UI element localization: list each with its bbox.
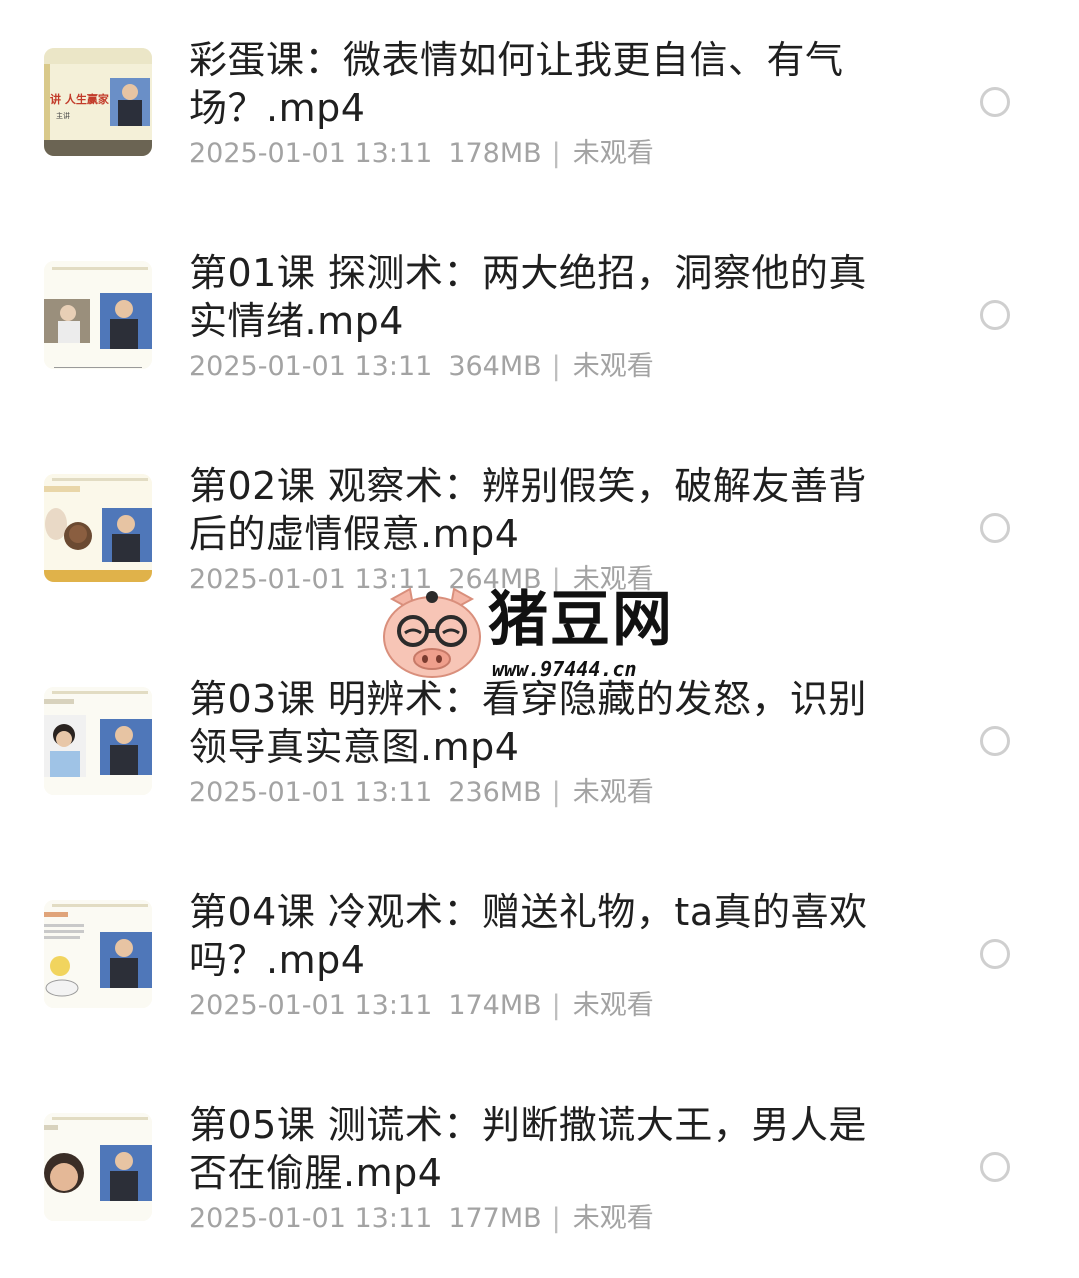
file-date: 2025-01-01 13:11	[189, 1203, 433, 1234]
select-radio[interactable]	[980, 300, 1010, 330]
meta-separator: |	[551, 1203, 561, 1234]
select-radio[interactable]	[980, 939, 1010, 969]
video-thumbnail	[44, 687, 152, 795]
file-title[interactable]: 第05课 测谎术：判断撒谎大王，男人是否在偷腥.mp4	[189, 1101, 889, 1197]
meta-separator: |	[551, 564, 561, 595]
watch-status: 未观看	[572, 990, 654, 1021]
file-meta: 2025-01-01 13:11 364MB | 未观看	[189, 351, 654, 383]
file-size: 364MB	[448, 351, 542, 382]
thumb-subcaption: 主讲	[56, 111, 70, 120]
video-thumbnail	[44, 261, 152, 369]
file-date: 2025-01-01 13:11	[189, 138, 433, 169]
list-item[interactable]: 第02课 观察术：辨别假笑，破解友善背后的虚情假意.mp4 2025-01-01…	[0, 426, 1079, 639]
meta-separator: |	[551, 990, 561, 1021]
file-title[interactable]: 彩蛋课：微表情如何让我更自信、有气场？.mp4	[189, 36, 889, 132]
video-thumbnail	[44, 1113, 152, 1221]
watch-status: 未观看	[572, 138, 654, 169]
file-title[interactable]: 第02课 观察术：辨别假笑，破解友善背后的虚情假意.mp4	[189, 462, 889, 558]
file-size: 174MB	[448, 990, 542, 1021]
watch-status: 未观看	[572, 351, 654, 382]
file-meta: 2025-01-01 13:11 264MB | 未观看	[189, 564, 654, 596]
file-meta: 2025-01-01 13:11 178MB | 未观看	[189, 138, 654, 170]
select-radio[interactable]	[980, 87, 1010, 117]
list-item[interactable]: 第03课 明辨术：看穿隐藏的发怒，识别领导真实意图.mp4 2025-01-01…	[0, 639, 1079, 852]
list-item[interactable]: 第04课 冷观术：赠送礼物，ta真的喜欢吗？.mp4 2025-01-01 13…	[0, 852, 1079, 1065]
file-meta: 2025-01-01 13:11 174MB | 未观看	[189, 990, 654, 1022]
file-list: 讲 人生赢家 主讲 彩蛋课：微表情如何让我更自信、有气场？.mp4 2025-0…	[0, 0, 1079, 1265]
file-title[interactable]: 第01课 探测术：两大绝招，洞察他的真实情绪.mp4	[189, 249, 889, 345]
list-item[interactable]: 第05课 测谎术：判断撒谎大王，男人是否在偷腥.mp4 2025-01-01 1…	[0, 1065, 1079, 1278]
file-size: 177MB	[448, 1203, 542, 1234]
list-item[interactable]: 第01课 探测术：两大绝招，洞察他的真实情绪.mp4 2025-01-01 13…	[0, 213, 1079, 426]
file-size: 236MB	[448, 777, 542, 808]
file-date: 2025-01-01 13:11	[189, 564, 433, 595]
meta-separator: |	[551, 777, 561, 808]
file-size: 264MB	[448, 564, 542, 595]
thumb-caption: 讲 人生赢家	[50, 92, 110, 106]
select-radio[interactable]	[980, 513, 1010, 543]
file-meta: 2025-01-01 13:11 236MB | 未观看	[189, 777, 654, 809]
file-date: 2025-01-01 13:11	[189, 351, 433, 382]
watch-status: 未观看	[572, 777, 654, 808]
select-radio[interactable]	[980, 726, 1010, 756]
file-title[interactable]: 第04课 冷观术：赠送礼物，ta真的喜欢吗？.mp4	[189, 888, 889, 984]
watch-status: 未观看	[572, 1203, 654, 1234]
watch-status: 未观看	[572, 564, 654, 595]
meta-separator: |	[551, 351, 561, 382]
file-size: 178MB	[448, 138, 542, 169]
video-thumbnail: 讲 人生赢家 主讲	[44, 48, 152, 156]
list-item[interactable]: 讲 人生赢家 主讲 彩蛋课：微表情如何让我更自信、有气场？.mp4 2025-0…	[0, 0, 1079, 213]
video-thumbnail	[44, 474, 152, 582]
file-date: 2025-01-01 13:11	[189, 777, 433, 808]
file-title[interactable]: 第03课 明辨术：看穿隐藏的发怒，识别领导真实意图.mp4	[189, 675, 889, 771]
file-date: 2025-01-01 13:11	[189, 990, 433, 1021]
file-meta: 2025-01-01 13:11 177MB | 未观看	[189, 1203, 654, 1235]
video-thumbnail	[44, 900, 152, 1008]
meta-separator: |	[551, 138, 561, 169]
select-radio[interactable]	[980, 1152, 1010, 1182]
